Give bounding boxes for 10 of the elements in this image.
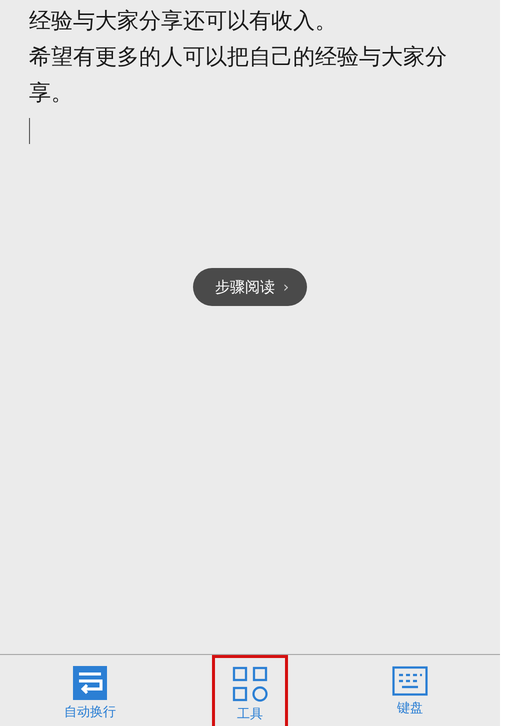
editor-paragraph: 希望有更多的人可以把自己的经验与大家分享。 [29,44,448,108]
toolbar-button[interactable]: 键盘 [372,655,448,726]
keyboard-icon [392,666,428,696]
toolbar-button[interactable]: 自动换行 [52,655,128,726]
grid-shapes-icon [232,666,268,702]
step-reading-button[interactable]: 步骤阅读 › [193,268,307,306]
editor-paragraph: 经验与大家分享还可以有收入。 [29,8,338,36]
line-wrap-icon [73,666,107,700]
text-cursor [29,118,30,144]
toolbar-button[interactable]: 工具 [212,655,288,726]
